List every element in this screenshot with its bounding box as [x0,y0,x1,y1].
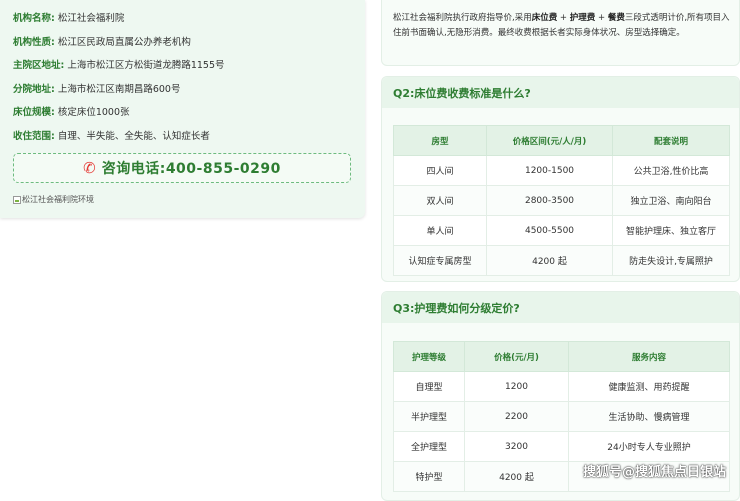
table-cell: 半护理型 [393,401,465,432]
table-row: 半护理型 2200 生活协助、慢病管理 [393,401,730,432]
table-header: 服务内容 [568,341,730,372]
table-cell: 1200 [464,371,569,402]
info-value: 松江社会福利院 [57,13,125,24]
table-cell: 公共卫浴,性价比高 [612,155,730,186]
table-row: 全护理型 3200 24小时专人专业照护 [393,431,730,462]
table-header: 房型 [393,125,487,156]
institution-info-card: 机构名称: 松江社会福利院 机构性质: 松江区民政局直属公办养老机构 主院区地址… [0,0,365,218]
table-cell: 自理型 [393,371,465,402]
table-row: 四人间 1200-1500 公共卫浴,性价比高 [393,155,730,186]
table-cell: 3200 [464,431,569,462]
info-label: 收住范围: [13,131,55,142]
table-cell: 特护型 [393,461,465,492]
intro-text-part: 松江社会福利院执行政府指导价,采用 [393,13,532,23]
phone-icon: ✆ [83,158,96,177]
info-row-nature: 机构性质: 松江区民政局直属公办养老机构 [13,34,191,48]
table-cell: 单人间 [393,215,487,246]
intro-bold-meal-fee: 餐费 [607,13,625,23]
table-cell: 4500-5500 [486,215,613,246]
info-row-main-address: 主院区地址: 上海市松江区方松街道龙腾路1155号 [13,57,225,71]
info-row-scope: 收住范围: 自理、半失能、全失能、认知症长者 [13,128,210,142]
table-header: 价格区间(元/人/月) [486,125,613,156]
intro-bold-bed-fee: 床位费 [531,13,558,23]
faq-column: 松江社会福利院执行政府指导价,采用床位费 + 护理费 + 餐费三段式透明计价,所… [381,0,740,501]
table-cell: 防走失设计,专属照护 [612,245,730,276]
watermark: 搜狐号@搜狐焦点日银站 [582,465,726,480]
table-cell: 2800-3500 [486,185,613,216]
table-row: 自理型 1200 健康监测、用药提醒 [393,371,730,402]
table-cell: 24小时专人专业照护 [568,431,730,462]
table-cell: 四人间 [393,155,487,186]
environment-image-alt: 松江社会福利院环境 [22,195,94,204]
info-label: 机构性质: [13,37,55,48]
faq-q2-title: Q2:床位费收费标准是什么? [382,77,739,108]
environment-image: 松江社会福利院环境 [13,194,94,205]
table-cell: 全护理型 [393,431,465,462]
info-value: 松江区民政局直属公办养老机构 [57,37,191,48]
bed-fee-table: 房型 价格区间(元/人/月) 配套说明 四人间 1200-1500 公共卫浴,性… [393,125,730,276]
table-cell: 独立卫浴、南向阳台 [612,185,730,216]
table-row: 双人间 2800-3500 独立卫浴、南向阳台 [393,185,730,216]
table-cell: 2200 [464,401,569,432]
info-row-branch-address: 分院地址: 上海市松江区南期昌路600号 [13,81,180,95]
info-value: 核定床位1000张 [57,107,130,118]
info-label: 主院区地址: [13,60,65,71]
broken-image-icon [13,195,21,204]
table-header: 配套说明 [612,125,730,156]
consult-phone-button[interactable]: ✆ 咨询电话:400-855-0290 [13,153,351,183]
faq-q3-title: Q3:护理费如何分级定价? [382,292,739,323]
intro-bold-care-fee: 护理费 [569,13,596,23]
table-header-row: 房型 价格区间(元/人/月) 配套说明 [393,125,730,156]
intro-sep: + [557,13,570,23]
intro-sep: + [595,13,608,23]
info-value: 上海市松江区南期昌路600号 [57,84,181,95]
faq-q2-panel: Q2:床位费收费标准是什么? 房型 价格区间(元/人/月) 配套说明 四人间 1… [381,76,740,282]
table-cell: 4200 起 [486,245,613,276]
table-header: 护理等级 [393,341,465,372]
table-cell: 双人间 [393,185,487,216]
table-row: 单人间 4500-5500 智能护理床、独立客厅 [393,215,730,246]
info-row-beds: 床位规模: 核定床位1000张 [13,104,130,118]
pricing-intro-text: 松江社会福利院执行政府指导价,采用床位费 + 护理费 + 餐费三段式透明计价,所… [393,11,735,40]
table-cell: 4200 起 [464,461,569,492]
info-label: 分院地址: [13,84,55,95]
table-cell: 生活协助、慢病管理 [568,401,730,432]
pricing-intro-panel: 松江社会福利院执行政府指导价,采用床位费 + 护理费 + 餐费三段式透明计价,所… [381,0,740,66]
table-cell: 智能护理床、独立客厅 [612,215,730,246]
info-row-name: 机构名称: 松江社会福利院 [13,10,124,24]
table-cell: 认知症专属房型 [393,245,487,276]
info-label: 床位规模: [13,107,55,118]
table-row: 认知症专属房型 4200 起 防走失设计,专属照护 [393,245,730,276]
info-value: 自理、半失能、全失能、认知症长者 [57,131,210,142]
info-label: 机构名称: [13,13,55,24]
info-value: 上海市松江区方松街道龙腾路1155号 [67,60,225,71]
table-cell: 健康监测、用药提醒 [568,371,730,402]
table-header: 价格(元/月) [464,341,569,372]
table-cell: 1200-1500 [486,155,613,186]
consult-phone-text: 咨询电话:400-855-0290 [101,161,281,177]
table-header-row: 护理等级 价格(元/月) 服务内容 [393,341,730,372]
